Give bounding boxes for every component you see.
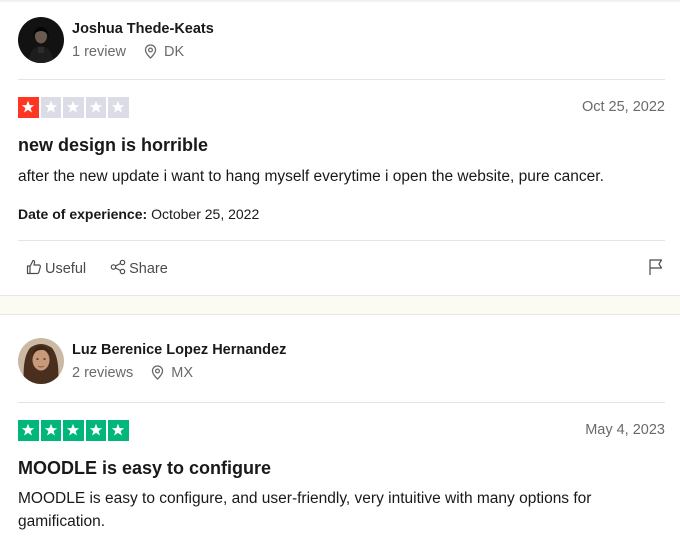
useful-button[interactable]: Useful [26, 259, 86, 279]
consumer-details: Luz Berenice Lopez Hernandez 2 reviews M… [72, 342, 286, 381]
consumer-details: Joshua Thede-Keats 1 review DK [72, 21, 214, 60]
consumer-country: DK [164, 43, 185, 60]
share-button[interactable]: Share [110, 259, 168, 279]
review-title[interactable]: MOODLE is easy to configure [18, 458, 271, 479]
useful-label: Useful [45, 261, 87, 277]
star-icon [40, 420, 61, 441]
star-icon [40, 97, 61, 118]
location-pin-icon [151, 365, 164, 380]
star-rating [18, 97, 129, 118]
share-icon [110, 259, 129, 279]
divider [18, 240, 665, 241]
top-shadow [0, 0, 680, 3]
star-icon [63, 420, 84, 441]
review-body: after the new update i want to hang myse… [18, 168, 604, 185]
review-card: Luz Berenice Lopez Hernandez 2 reviews M… [0, 314, 680, 548]
star-icon [108, 97, 129, 118]
review-count: 2 reviews [72, 364, 134, 381]
experience-date: October 25, 2022 [151, 206, 260, 222]
review-body: MOODLE is easy to configure, and user-fr… [18, 490, 592, 530]
flag-icon [648, 259, 664, 280]
consumer-info: Luz Berenice Lopez Hernandez 2 reviews M… [18, 338, 286, 384]
experience-label: Date of experience: [18, 206, 148, 222]
review-card: Joshua Thede-Keats 1 review DK Oct 25, 2… [0, 0, 680, 296]
star-icon [63, 97, 84, 118]
consumer-info: Joshua Thede-Keats 1 review DK [18, 17, 214, 63]
star-icon [85, 97, 106, 118]
star-icon [18, 97, 39, 118]
consumer-name[interactable]: Joshua Thede-Keats [72, 21, 214, 37]
divider [18, 79, 665, 80]
consumer-meta: 2 reviews MX [72, 365, 286, 381]
divider [18, 402, 665, 403]
review-actions: Useful Share [26, 259, 168, 279]
star-rating [18, 420, 129, 441]
consumer-name[interactable]: Luz Berenice Lopez Hernandez [72, 342, 286, 358]
avatar[interactable] [18, 17, 64, 63]
review-date: May 4, 2023 [585, 422, 665, 438]
star-icon [108, 420, 129, 441]
report-button[interactable] [648, 258, 664, 281]
avatar[interactable] [18, 338, 64, 384]
date-of-experience: Date of experience: October 25, 2022 [18, 206, 259, 222]
review-date: Oct 25, 2022 [581, 99, 665, 115]
consumer-country: MX [171, 364, 193, 381]
review-title[interactable]: new design is horrible [18, 135, 208, 156]
share-label: Share [129, 261, 168, 277]
review-count: 1 review [72, 43, 126, 60]
star-icon [85, 420, 106, 441]
location-pin-icon [144, 44, 157, 59]
consumer-meta: 1 review DK [72, 44, 214, 60]
thumbs-up-icon [26, 259, 45, 279]
star-icon [18, 420, 39, 441]
